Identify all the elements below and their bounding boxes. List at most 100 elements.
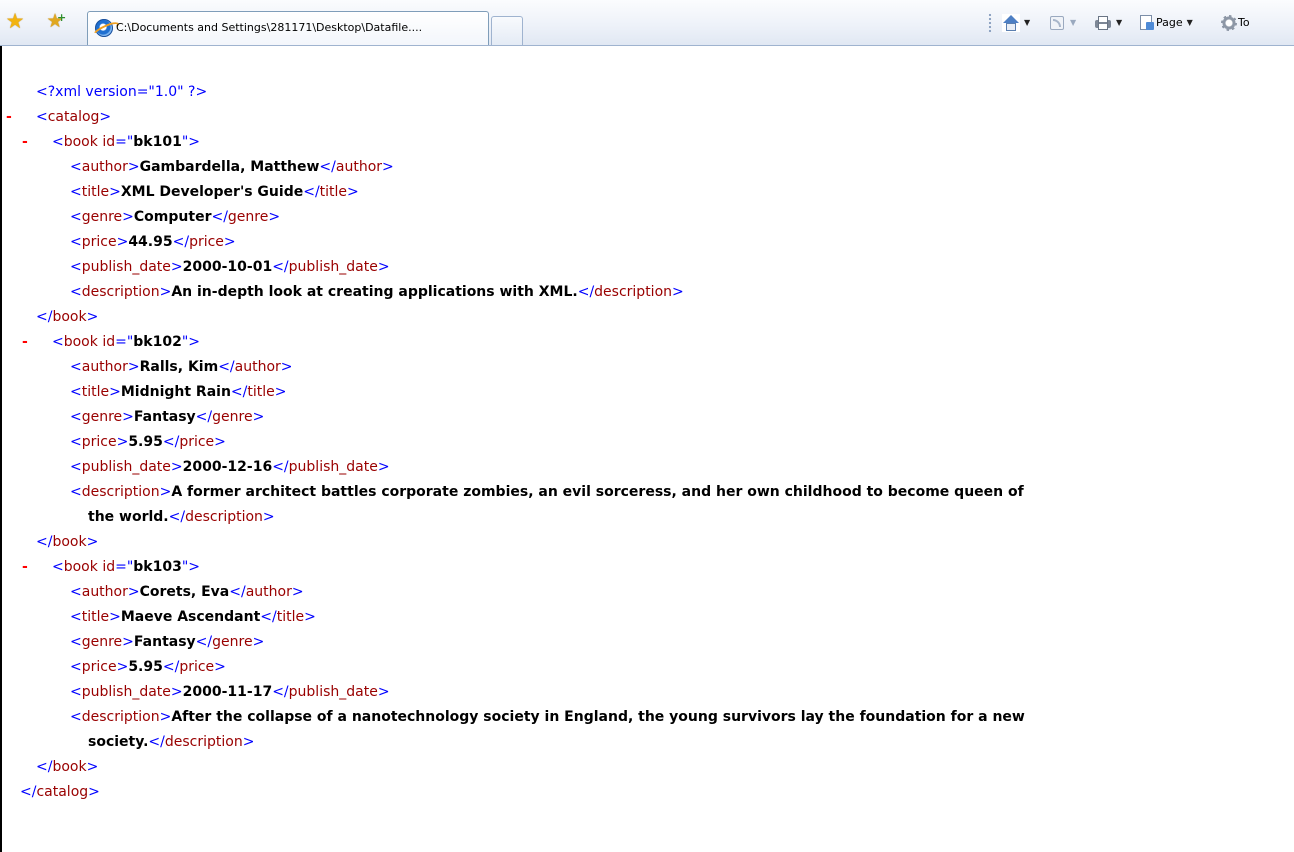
tag-bracket: > [672, 284, 684, 300]
tag-name: publish_date [288, 684, 378, 700]
tag-name: book [63, 134, 98, 150]
tag-bracket: > [116, 234, 129, 250]
tag-bracket: > [159, 484, 172, 500]
tag-name: description [81, 709, 160, 725]
tag-name: description [164, 734, 243, 750]
tag-name: publish_date [288, 459, 378, 475]
home-icon [1002, 14, 1020, 32]
book-field-publish-date: <publish_date>2000-10-01</publish_date> [70, 255, 390, 280]
tag-bracket: > [122, 209, 134, 225]
attribute-name: id [102, 559, 116, 575]
tag-bracket: </ [172, 234, 190, 250]
field-value-genre: Computer [133, 209, 212, 225]
attribute-quote: =" [115, 134, 134, 150]
book-close-tag: </book> [36, 530, 98, 555]
tag-name: description [81, 284, 160, 300]
tag-bracket: </ [36, 309, 53, 325]
attribute-quote: "> [181, 334, 200, 350]
page-icon [1138, 14, 1156, 32]
tag-name: genre [81, 209, 123, 225]
field-value-publish-date: 2000-10-01 [182, 259, 273, 275]
tag-name: author [81, 584, 128, 600]
feeds-button[interactable]: ▼ [1048, 11, 1076, 35]
tag-name: price [179, 659, 215, 675]
tag-bracket: > [223, 234, 236, 250]
tag-bracket: < [70, 709, 82, 725]
tag-bracket: </ [195, 634, 213, 650]
tag-bracket: </ [272, 459, 289, 475]
book-field-title: <title>XML Developer's Guide</title> [70, 180, 359, 205]
tag-bracket: </ [195, 409, 213, 425]
page-menu-label: Page [1156, 16, 1183, 29]
book-open-tag: <book id="bk101"> [52, 130, 200, 155]
book-field-price: <price>44.95</price> [70, 230, 236, 255]
book-field-title: <title>Midnight Rain</title> [70, 380, 286, 405]
collapse-toggle[interactable]: - [22, 330, 28, 355]
collapse-toggle[interactable]: - [6, 105, 12, 130]
tag-name: price [179, 434, 215, 450]
print-button[interactable]: ▼ [1094, 11, 1122, 35]
tag-bracket: < [70, 659, 82, 675]
tab-title: C:\Documents and Settings\281171\Desktop… [116, 21, 423, 34]
tag-bracket: > [159, 284, 172, 300]
favorites-star-icon[interactable]: ★ [4, 10, 26, 32]
field-value-description: A former architect battles corporate zom… [171, 484, 1024, 500]
tag-bracket: > [252, 409, 265, 425]
field-value-description: the world. [88, 509, 169, 525]
tag-bracket: < [70, 184, 82, 200]
book-field-genre: <genre>Fantasy</genre> [70, 630, 264, 655]
tag-bracket: < [70, 209, 82, 225]
print-dropdown-arrow-icon[interactable]: ▼ [1116, 11, 1122, 35]
collapse-toggle[interactable]: - [22, 555, 28, 580]
tag-name: catalog [36, 784, 89, 800]
field-value-price: 5.95 [128, 434, 163, 450]
tag-bracket: < [70, 484, 82, 500]
tag-bracket: > [86, 309, 99, 325]
tag-bracket: < [70, 409, 82, 425]
tag-name: publish_date [81, 459, 171, 475]
tag-bracket: > [214, 434, 226, 450]
tag-bracket: > [127, 359, 140, 375]
tag-bracket: < [70, 284, 82, 300]
home-button[interactable]: ▼ [1002, 11, 1030, 35]
tools-menu-button[interactable]: To [1220, 11, 1250, 35]
browser-toolbar: ★ ★ + C:\Documents and Settings\281171\De… [0, 0, 1294, 46]
book-field-price: <price>5.95</price> [70, 430, 226, 455]
book-field-description: <description>After the collapse of a nan… [70, 705, 1025, 730]
home-dropdown-arrow-icon[interactable]: ▼ [1024, 11, 1030, 35]
tag-bracket: > [109, 184, 121, 200]
field-value-price: 5.95 [128, 659, 163, 675]
tag-bracket: </ [168, 509, 186, 525]
tag-name: catalog [47, 109, 100, 125]
tag-name: genre [227, 209, 269, 225]
tag-name: title [81, 184, 110, 200]
feeds-dropdown-arrow-icon[interactable]: ▼ [1070, 11, 1076, 35]
attribute-value: bk101 [133, 134, 182, 150]
toolbar-grip[interactable] [988, 13, 992, 33]
tag-name: title [319, 184, 348, 200]
tag-bracket: </ [230, 384, 248, 400]
xml-declaration-text: <?xml version="1.0" ?> [36, 84, 208, 100]
new-tab-button[interactable] [491, 16, 523, 45]
attribute-name: id [102, 334, 116, 350]
tag-bracket: </ [577, 284, 595, 300]
book-field-publish-date: <publish_date>2000-12-16</publish_date> [70, 455, 390, 480]
book-field-author: <author>Corets, Eva</author> [70, 580, 304, 605]
tag-bracket: > [304, 609, 316, 625]
page-menu-button[interactable]: Page ▼ [1138, 11, 1193, 35]
book-field-description: society.</description> [88, 730, 254, 755]
tag-bracket: > [377, 259, 390, 275]
collapse-toggle[interactable]: - [22, 130, 28, 155]
tag-name: genre [212, 634, 253, 650]
field-value-description: An in-depth look at creating application… [171, 284, 578, 300]
tag-bracket: < [70, 634, 82, 650]
tag-name: publish_date [81, 684, 171, 700]
add-favorites-icon[interactable]: ★ + [44, 10, 66, 32]
tab-active[interactable]: C:\Documents and Settings\281171\Desktop… [87, 11, 489, 45]
tag-bracket: </ [36, 534, 53, 550]
gear-icon [1220, 14, 1238, 32]
tag-bracket: > [382, 159, 394, 175]
tag-bracket: </ [229, 584, 246, 600]
feeds-icon [1048, 14, 1066, 32]
content-left-border [0, 46, 2, 852]
